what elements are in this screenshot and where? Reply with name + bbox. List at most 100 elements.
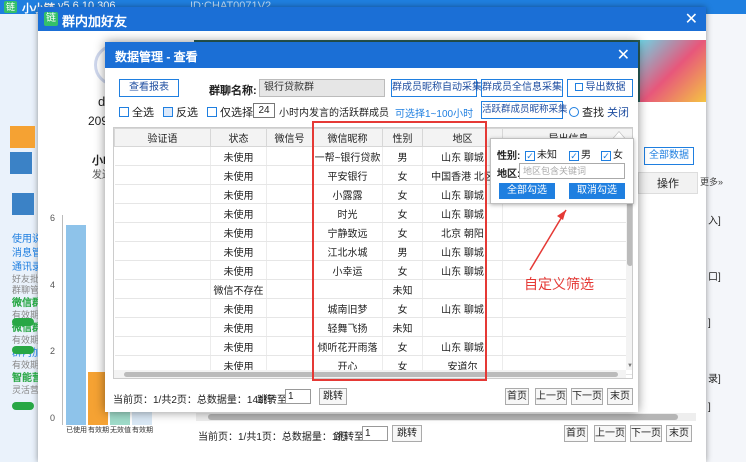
- sidebar-toggle[interactable]: [12, 318, 34, 326]
- table-cell-status: 微信不存在: [210, 279, 267, 299]
- bg-right-label: 入]: [708, 216, 721, 227]
- filter-icon: [207, 107, 217, 117]
- bg-scroll-thumb[interactable]: [208, 414, 678, 420]
- group-name-field[interactable]: 银行贷款群: [259, 79, 385, 97]
- full-info-collect-button[interactable]: 群成员全信息采集: [481, 79, 563, 97]
- invert-select-label: 反选: [176, 107, 198, 119]
- table-cell-wxid: [266, 298, 313, 318]
- dialog-close-button[interactable]: ✕: [617, 45, 630, 65]
- gender-male-checkbox[interactable]: ✓ 男: [569, 146, 591, 161]
- last-page-button[interactable]: 末页: [607, 388, 633, 405]
- active-nickname-collect-button[interactable]: 活跃群成员昵称采集: [481, 101, 568, 119]
- export-icon: [574, 83, 583, 91]
- bg-page-summary: 当前页：1/共1页：总数据量：1行: [198, 432, 348, 443]
- bg-jump-label: 跳转至: [334, 432, 364, 443]
- sidebar-item-label[interactable]: 微信群: [12, 294, 38, 309]
- gender-female-label: 女: [613, 150, 623, 161]
- chart-tick-label: 6: [50, 213, 56, 223]
- sidebar-item-label[interactable]: 消息管理: [12, 244, 38, 259]
- select-all-filter-button[interactable]: 全部勾选: [499, 183, 555, 199]
- sidebar-user-avatar: [10, 152, 32, 174]
- gender-unknown-checkbox[interactable]: ✓ 未知: [525, 146, 557, 161]
- table-column-header[interactable]: 微信号: [266, 128, 313, 147]
- prev-page-button[interactable]: 上一页: [535, 388, 567, 405]
- chart-tick-label: 2: [50, 346, 56, 357]
- sidebar-toggle[interactable]: [12, 346, 34, 354]
- table-cell-status: 未使用: [210, 222, 267, 242]
- chart-y-axis: [62, 215, 63, 425]
- app-logo-icon: 链: [4, 1, 17, 13]
- gender-filter-label: 性别:: [497, 151, 521, 162]
- table-cell-export: [502, 298, 632, 318]
- table-cell-wxid: [266, 203, 313, 223]
- nickname-auto-collect-button[interactable]: 群成员昵称自动采集: [391, 79, 482, 97]
- table-cell-wxid: [266, 260, 313, 280]
- table-cell-verify: [114, 146, 211, 166]
- table-cell-wxid: [266, 336, 313, 356]
- window-close-button[interactable]: ✕: [685, 9, 698, 29]
- gender-female-checkbox[interactable]: ✓ 女: [601, 146, 623, 161]
- bg-right-label: ]: [708, 318, 711, 329]
- sidebar-item-sub: 灵活营: [12, 385, 38, 395]
- checkbox-check-icon: ✓: [601, 151, 611, 161]
- table-cell-status: 未使用: [210, 336, 267, 356]
- active-hours-suffix: 小时内发言的活跃群成员: [279, 108, 389, 119]
- chart-bar-label: 有效期: [132, 427, 153, 434]
- table-cell-export: [502, 203, 632, 223]
- table-cell-wxid: [266, 279, 313, 299]
- bg-jump-button[interactable]: 跳转: [392, 425, 422, 442]
- jump-label: 跳转至: [257, 395, 287, 406]
- sidebar-avatar-2: [12, 193, 34, 215]
- bg-last-page-button[interactable]: 末页: [666, 425, 692, 442]
- bg-horizontal-scrollbar[interactable]: [196, 413, 696, 421]
- invert-select-button[interactable]: 反选: [163, 104, 198, 120]
- table-cell-wxid: [266, 165, 313, 185]
- search-label: 查找: [582, 107, 604, 119]
- active-hours-input[interactable]: 24: [253, 103, 275, 118]
- table-column-header[interactable]: 验证语: [114, 128, 211, 147]
- select-all-button[interactable]: 全选: [119, 104, 154, 120]
- view-report-button[interactable]: 查看报表: [119, 79, 179, 97]
- bg-right-label: 录]: [708, 374, 721, 385]
- bg-more-link[interactable]: 更多»: [700, 175, 723, 188]
- all-data-button[interactable]: 全部数据: [644, 147, 694, 165]
- sidebar-item-label[interactable]: 通讯录: [12, 258, 38, 273]
- hours-range-hint: 可选择1~100小时: [395, 109, 474, 120]
- search-button[interactable]: 查找: [569, 104, 604, 120]
- only-select-option[interactable]: 仅选择: [207, 104, 253, 120]
- table-column-header[interactable]: 状态: [210, 128, 267, 147]
- sidebar-item-label[interactable]: 使用说明: [12, 230, 38, 245]
- bg-right-label: ]: [708, 402, 711, 413]
- close-filter-link[interactable]: 关闭: [607, 104, 629, 120]
- chart-tick-label: 0: [50, 413, 56, 423]
- chart-tick-label: 4: [50, 279, 56, 290]
- next-page-button[interactable]: 下一页: [571, 388, 603, 405]
- sidebar-item-label[interactable]: 智能营: [12, 369, 38, 384]
- jump-page-input[interactable]: 1: [285, 389, 311, 404]
- table-cell-wxid: [266, 222, 313, 242]
- table-cell-wxid: [266, 146, 313, 166]
- window-logo-icon: 链: [44, 12, 58, 26]
- jump-button[interactable]: 跳转: [319, 388, 347, 405]
- bg-jump-input[interactable]: 1: [362, 426, 388, 441]
- table-cell-export: [502, 222, 632, 242]
- export-data-button[interactable]: 导出数据: [567, 79, 633, 97]
- bg-first-page-button[interactable]: 首页: [564, 425, 588, 442]
- bg-next-page-button[interactable]: 下一页: [630, 425, 662, 442]
- bg-prev-page-button[interactable]: 上一页: [594, 425, 626, 442]
- scroll-down-icon[interactable]: ▼: [626, 362, 632, 370]
- table-cell-wxid: [266, 184, 313, 204]
- chart-bar-label: 已使用: [66, 427, 87, 434]
- sidebar-toggle[interactable]: [12, 402, 34, 410]
- group-name-label: 群聊名称:: [209, 85, 257, 97]
- table-cell-verify: [114, 317, 211, 337]
- table-cell-status: 未使用: [210, 241, 267, 261]
- banner-image: [640, 40, 706, 102]
- checkbox-check-icon: ✓: [525, 151, 535, 161]
- orange-tab[interactable]: [10, 126, 35, 148]
- dialog-pagination: 当前页：1/共2页：总数据量：141行 跳转至 1 跳转 首页 上一页 下一页 …: [113, 388, 633, 408]
- first-page-button[interactable]: 首页: [505, 388, 529, 405]
- table-cell-verify: [114, 184, 211, 204]
- region-keyword-input[interactable]: 地区包含关键词: [519, 163, 625, 179]
- clear-filter-button[interactable]: 取消勾选: [569, 183, 625, 199]
